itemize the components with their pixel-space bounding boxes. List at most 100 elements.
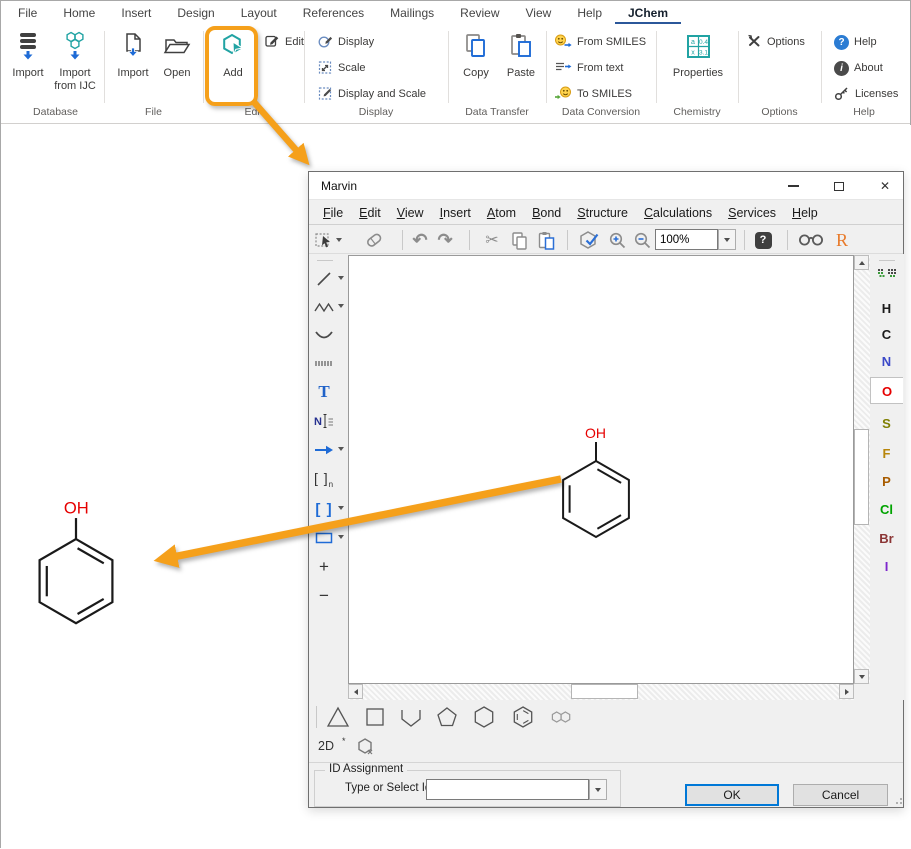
template-cyclopentane-open[interactable] (396, 703, 426, 731)
arc-tool[interactable] (312, 323, 336, 347)
display-and-scale-button[interactable]: Display and Scale (317, 83, 426, 105)
menu-file[interactable]: File (315, 203, 351, 223)
tab-view[interactable]: View (513, 1, 565, 24)
horizontal-scroll-thumb[interactable] (571, 684, 638, 699)
chain-tool[interactable] (312, 295, 336, 319)
select-tool-button[interactable] (313, 228, 343, 252)
tab-review[interactable]: Review (447, 1, 512, 24)
properties-button[interactable]: a0.4x3.1 Properties (665, 28, 731, 104)
scroll-down-button[interactable] (854, 669, 869, 684)
template-cyclopropane[interactable] (323, 703, 353, 731)
bond-tool-caret[interactable] (338, 276, 344, 280)
scroll-right-button[interactable] (839, 684, 854, 699)
resize-grip-icon[interactable] (893, 795, 903, 805)
dimension-mode-label[interactable]: 2D (318, 739, 334, 753)
rectangle-tool-caret[interactable] (338, 535, 344, 539)
increase-charge-tool[interactable]: + (312, 555, 336, 579)
template-cyclobutane[interactable] (360, 703, 390, 731)
menu-bond[interactable]: Bond (524, 203, 569, 223)
view-glasses-button[interactable] (796, 228, 826, 252)
menu-help[interactable]: Help (784, 203, 826, 223)
tab-layout[interactable]: Layout (228, 1, 290, 24)
scroll-up-button[interactable] (854, 255, 869, 270)
redo-button[interactable]: ↷ (433, 228, 457, 252)
element-s-button[interactable]: S (870, 412, 903, 436)
multiple-bond-tool[interactable] (312, 351, 336, 375)
arrow-tool-caret[interactable] (338, 447, 344, 451)
import-database-button[interactable]: Import (9, 28, 47, 104)
marvin-titlebar[interactable]: Marvin (309, 172, 903, 200)
copy-button-toolbar[interactable] (507, 228, 531, 252)
template-cyclopentane[interactable] (432, 703, 462, 731)
select-tool-caret[interactable] (336, 238, 342, 242)
licenses-button[interactable]: Licenses (834, 83, 898, 105)
display-button[interactable]: Display (317, 31, 374, 53)
from-smiles-button[interactable]: From SMILES (554, 31, 646, 53)
zoom-in-button[interactable] (605, 228, 629, 252)
paste-button-toolbar[interactable] (534, 228, 558, 252)
rectangle-tool[interactable] (312, 526, 336, 550)
element-h-button[interactable]: H (870, 297, 903, 321)
zoom-level-dropdown-button[interactable] (718, 229, 736, 250)
text-tool[interactable]: T (312, 380, 336, 404)
paste-button[interactable]: Paste (500, 28, 542, 104)
tab-help[interactable]: Help (564, 1, 615, 24)
tab-file[interactable]: File (5, 1, 50, 24)
open-button[interactable]: Open (156, 28, 198, 104)
options-button[interactable]: Options (746, 31, 805, 53)
cut-button[interactable]: ✂ (480, 228, 504, 252)
repeating-group-tool[interactable]: [ ]n (312, 467, 336, 491)
element-p-button[interactable]: P (870, 470, 903, 494)
from-text-button[interactable]: From text (554, 57, 623, 79)
tab-home[interactable]: Home (50, 1, 108, 24)
id-dropdown-button[interactable] (589, 779, 607, 800)
close-button[interactable]: ✕ (867, 172, 903, 200)
atom-label-tool[interactable]: N (312, 409, 336, 433)
menu-services[interactable]: Services (720, 203, 784, 223)
brackets-tool[interactable]: [ ] (312, 497, 336, 521)
chain-tool-caret[interactable] (338, 304, 344, 308)
import-file-button[interactable]: Import (113, 28, 153, 104)
document-phenol-structure[interactable]: OH (15, 476, 137, 642)
template-cyclohexane[interactable] (469, 703, 499, 731)
eraser-button[interactable] (362, 228, 386, 252)
ok-button[interactable]: OK (685, 784, 779, 806)
menu-structure[interactable]: Structure (569, 203, 636, 223)
tab-references[interactable]: References (290, 1, 377, 24)
undo-button[interactable]: ↶ (408, 228, 432, 252)
zoom-out-button[interactable] (630, 228, 654, 252)
marvin-drawing-canvas[interactable]: OH (348, 255, 854, 684)
menu-calculations[interactable]: Calculations (636, 203, 720, 223)
scroll-left-button[interactable] (348, 684, 363, 699)
check-structure-button[interactable] (577, 228, 601, 252)
element-cl-button[interactable]: Cl (870, 498, 903, 522)
reaction-arrow-tool[interactable] (312, 438, 336, 462)
template-naphthalene[interactable] (546, 703, 576, 731)
about-button[interactable]: i About (834, 57, 883, 79)
toolbar-grip[interactable] (879, 260, 895, 261)
help-button[interactable]: ? Help (834, 31, 877, 53)
scale-button[interactable]: Scale (317, 57, 366, 79)
element-n-button[interactable]: N (870, 350, 903, 374)
element-c-button[interactable]: C (870, 323, 903, 347)
edit-structure-button[interactable]: Edit (264, 31, 304, 53)
element-i-button[interactable]: I (870, 555, 903, 579)
tab-insert[interactable]: Insert (108, 1, 164, 24)
cancel-button[interactable]: Cancel (793, 784, 888, 806)
toolbar-grip[interactable] (316, 706, 317, 728)
menu-view[interactable]: View (389, 203, 432, 223)
menu-insert[interactable]: Insert (432, 203, 479, 223)
canvas-horizontal-scrollbar[interactable] (348, 684, 854, 700)
id-input[interactable] (426, 779, 589, 800)
zoom-level-input[interactable] (655, 229, 718, 250)
menu-edit[interactable]: Edit (351, 203, 389, 223)
template-benzene[interactable] (508, 703, 538, 731)
brackets-tool-caret[interactable] (338, 506, 344, 510)
marvin-help-button[interactable]: ? (751, 228, 775, 252)
canvas-phenol-structure[interactable]: OH (541, 404, 651, 554)
minimize-button[interactable] (775, 172, 811, 200)
import-from-ijc-button[interactable]: Import from IJC (49, 28, 101, 104)
element-br-button[interactable]: Br (870, 527, 903, 551)
clean-structure-icon[interactable] (357, 737, 375, 759)
toolbar-grip[interactable] (317, 260, 333, 261)
